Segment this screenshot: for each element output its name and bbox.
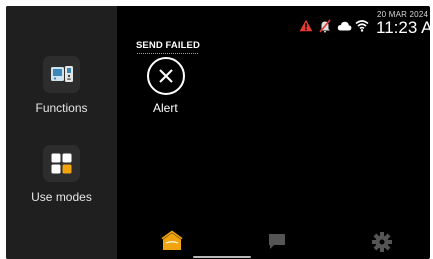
alert-button[interactable] — [147, 57, 185, 95]
wifi-icon — [355, 20, 369, 32]
settings-icon — [372, 232, 392, 252]
device-screen: Functions Use modes 20 MAR 2024 11:23 A … — [6, 6, 430, 259]
use-modes-label: Use modes — [31, 190, 92, 204]
alert-label: Alert — [153, 101, 178, 115]
functions-button[interactable]: Functions — [6, 56, 117, 115]
messages-icon — [269, 234, 285, 249]
settings-nav-button[interactable] — [367, 227, 397, 257]
warning-icon — [299, 19, 313, 32]
cloud-icon — [337, 21, 352, 31]
notifications-muted-icon — [319, 19, 331, 33]
home-icon — [161, 230, 183, 250]
home-indicator-bar[interactable] — [193, 256, 251, 258]
heading-divider — [137, 53, 198, 54]
messages-nav-button[interactable] — [262, 227, 292, 257]
home-nav-button[interactable] — [157, 227, 187, 257]
functions-tile — [43, 56, 80, 93]
functions-label: Functions — [35, 101, 88, 115]
use-modes-tile — [43, 145, 80, 182]
use-modes-button[interactable]: Use modes — [6, 145, 117, 204]
intercom-devices-icon — [51, 66, 73, 82]
status-bar: 20 MAR 2024 11:23 AM — [230, 6, 430, 46]
status-time: 11:23 AM — [376, 18, 430, 37]
sidebar: Functions Use modes — [6, 6, 117, 259]
close-icon — [159, 69, 173, 83]
send-failed-heading: SEND FAILED — [136, 40, 200, 51]
grid-modes-icon — [51, 153, 72, 174]
bottom-navigation — [117, 222, 430, 259]
